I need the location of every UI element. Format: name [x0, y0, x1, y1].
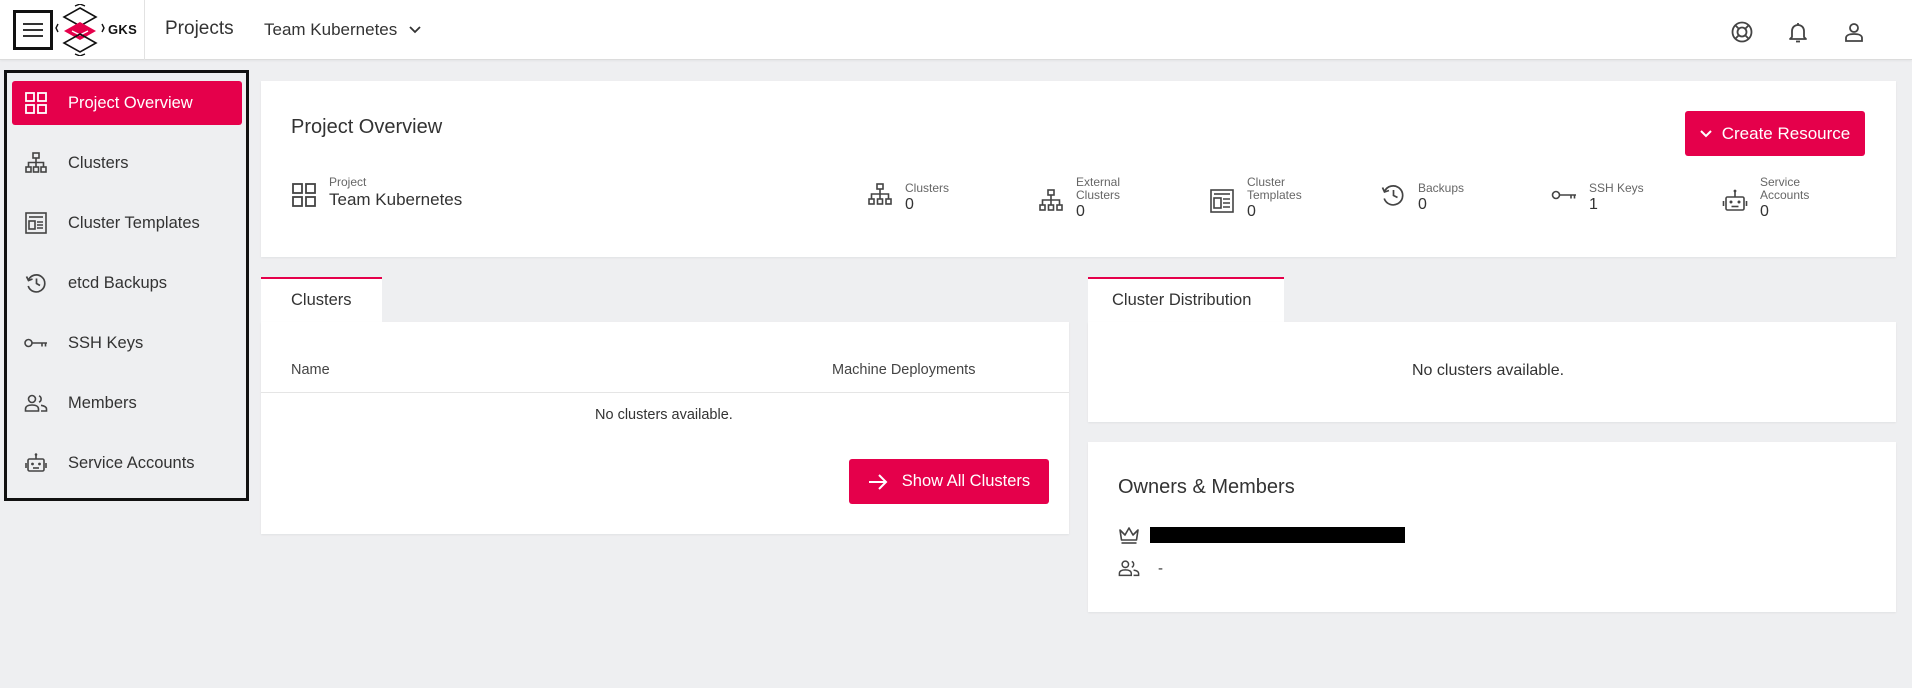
- robot-icon: [1722, 189, 1748, 211]
- distribution-empty-message: No clusters available.: [1412, 362, 1565, 379]
- show-all-clusters-label: Show All Clusters: [901, 472, 1031, 490]
- sidebar-item-clusters[interactable]: Clusters: [12, 141, 242, 185]
- stat-value: 0: [1760, 203, 1769, 220]
- hamburger-menu-button[interactable]: [13, 10, 53, 50]
- brand-name: GKS: [108, 22, 138, 37]
- owners-members-card: Owners & Members -: [1088, 442, 1896, 612]
- project-name: Team Kubernetes: [329, 190, 463, 209]
- chevron-down-icon: [409, 26, 421, 34]
- project-info: Project Team Kubernetes: [291, 176, 462, 210]
- chevron-down-icon: [1700, 129, 1712, 137]
- project-selector-label: Team Kubernetes: [264, 20, 398, 39]
- stat-cluster-templates[interactable]: Cluster Templates 0: [1209, 176, 1302, 221]
- project-selector[interactable]: Team Kubernetes: [264, 20, 421, 40]
- sidebar-item-cluster-templates[interactable]: Cluster Templates: [12, 201, 242, 245]
- sidebar-item-label: Cluster Templates: [68, 213, 200, 232]
- key-icon: [24, 331, 48, 355]
- stat-label-line2: Templates: [1247, 188, 1302, 202]
- owners-row: [1118, 524, 1405, 546]
- sidebar-item-etcd-backups[interactable]: etcd Backups: [12, 261, 242, 305]
- stat-service-accounts[interactable]: Service Accounts 0: [1722, 176, 1809, 221]
- sidebar-item-label: Members: [68, 393, 137, 412]
- sidebar-item-project-overview[interactable]: Project Overview: [12, 81, 242, 125]
- dashboard-grid-icon: [292, 183, 316, 207]
- sidebar-item-label: etcd Backups: [68, 273, 168, 292]
- cluster-distribution-card: No clusters available.: [1088, 322, 1896, 422]
- create-resource-label: Create Resource: [1721, 123, 1851, 143]
- sidebar-item-label: Clusters: [68, 153, 129, 172]
- dashboard-grid-icon: [24, 91, 48, 115]
- sidebar-item-label: SSH Keys: [68, 333, 144, 352]
- table-divider: [261, 392, 1069, 393]
- members-icon: [1118, 560, 1140, 577]
- stat-label-line2: Clusters: [1076, 188, 1121, 202]
- page-title: Project Overview: [291, 116, 443, 138]
- template-icon: [1210, 189, 1234, 213]
- column-header-name[interactable]: Name: [291, 362, 330, 378]
- create-resource-button[interactable]: Create Resource: [1685, 111, 1865, 156]
- project-overview-card: Project Overview Create Resource Project…: [261, 81, 1896, 257]
- stat-label-line2: Accounts: [1760, 188, 1810, 202]
- tab-clusters[interactable]: Clusters: [261, 277, 382, 322]
- owners-members-title: Owners & Members: [1118, 476, 1295, 498]
- members-icon: [24, 391, 48, 415]
- stat-external-clusters[interactable]: External Clusters 0: [1038, 176, 1120, 221]
- robot-icon: [24, 451, 48, 475]
- owner-redacted-bar: [1150, 527, 1405, 543]
- sidebar-nav: Project Overview Clusters Cluster Templa…: [4, 70, 249, 501]
- template-icon: [24, 211, 48, 235]
- menu-icon: [23, 23, 43, 37]
- cluster-hierarchy-icon: [868, 183, 892, 205]
- tab-cluster-distribution[interactable]: Cluster Distribution: [1088, 277, 1284, 322]
- clusters-card: Name Machine Deployments No clusters ava…: [261, 322, 1069, 534]
- cluster-hierarchy-icon: [24, 151, 48, 175]
- stat-value: 0: [1418, 196, 1427, 213]
- cluster-hierarchy-icon: [1039, 189, 1063, 211]
- stat-label: Clusters: [905, 181, 950, 195]
- user-account-icon[interactable]: [1842, 20, 1866, 44]
- notification-bell-icon[interactable]: [1786, 20, 1810, 44]
- sidebar-item-label: Service Accounts: [68, 453, 195, 472]
- brand-logo-icon[interactable]: [55, 4, 105, 56]
- history-icon: [1381, 185, 1404, 206]
- sidebar-item-service-accounts[interactable]: Service Accounts: [12, 441, 242, 485]
- clusters-empty-message: No clusters available.: [595, 407, 733, 423]
- sidebar-item-members[interactable]: Members: [12, 381, 242, 425]
- stat-label: SSH Keys: [1589, 181, 1644, 195]
- stat-value: 0: [1247, 203, 1256, 220]
- project-label: Project: [329, 175, 367, 189]
- stat-value: 0: [905, 196, 914, 213]
- arrow-right-icon: [868, 473, 888, 490]
- top-bar: GKS Projects Team Kubernetes: [0, 0, 1912, 60]
- projects-link[interactable]: Projects: [165, 18, 234, 40]
- stat-value: 1: [1589, 196, 1598, 213]
- history-icon: [24, 271, 48, 295]
- help-lifebuoy-icon[interactable]: [1730, 20, 1754, 44]
- sidebar-item-label: Project Overview: [68, 93, 193, 112]
- stat-value: 0: [1076, 203, 1085, 220]
- members-value: -: [1158, 559, 1163, 577]
- stat-clusters[interactable]: Clusters 0: [867, 176, 949, 214]
- top-divider: [144, 0, 145, 60]
- sidebar-item-ssh-keys[interactable]: SSH Keys: [12, 321, 242, 365]
- stat-ssh-keys[interactable]: SSH Keys 1: [1551, 176, 1644, 214]
- stat-label: Backups: [1418, 181, 1465, 195]
- crown-icon: [1119, 527, 1139, 544]
- show-all-clusters-button[interactable]: Show All Clusters: [849, 459, 1049, 504]
- stat-backups[interactable]: Backups 0: [1380, 176, 1464, 214]
- members-row: -: [1118, 557, 1163, 579]
- key-icon: [1551, 190, 1576, 200]
- column-header-machine-deployments[interactable]: Machine Deployments: [832, 362, 975, 378]
